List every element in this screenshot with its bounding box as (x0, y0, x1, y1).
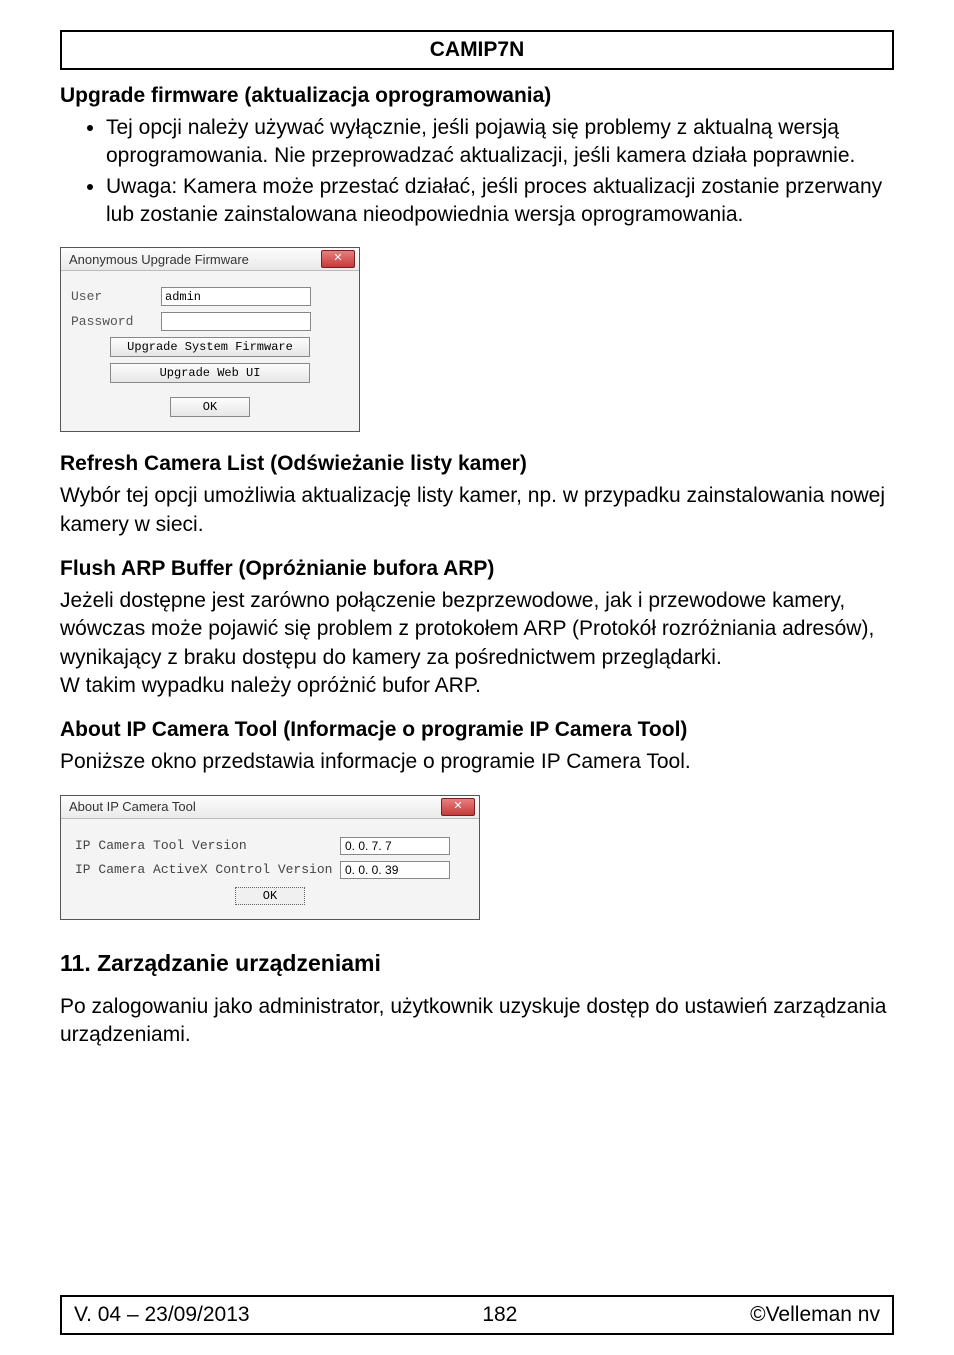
about-dialog: About IP Camera Tool ✕ IP Camera Tool Ve… (60, 795, 480, 920)
upgrade-web-ui-button[interactable]: Upgrade Web UI (110, 363, 310, 383)
dialog-titlebar: Anonymous Upgrade Firmware ✕ (61, 248, 359, 271)
close-icon[interactable]: ✕ (321, 250, 355, 268)
ok-button[interactable]: OK (170, 397, 250, 417)
section-refresh-body: Wybór tej opcji umożliwia aktualizację l… (60, 482, 894, 539)
tool-version-label: IP Camera Tool Version (75, 838, 340, 853)
footer-version: V. 04 – 23/09/2013 (74, 1303, 250, 1327)
activex-version-label: IP Camera ActiveX Control Version (75, 862, 340, 877)
page-title: CAMIP7N (430, 38, 525, 61)
chapter-body: Po zalogowaniu jako administrator, użytk… (60, 993, 894, 1050)
section-refresh-heading: Refresh Camera List (Odświeżanie listy k… (60, 452, 894, 476)
upgrade-firmware-dialog: Anonymous Upgrade Firmware ✕ User Passwo… (60, 247, 360, 432)
section-about-body: Poniższe okno przedstawia informacje o p… (60, 748, 894, 776)
activex-version-field[interactable] (340, 861, 450, 879)
section-upgrade-heading: Upgrade firmware (aktualizacja oprogramo… (60, 84, 894, 108)
footer-copyright: ©Velleman nv (750, 1303, 880, 1327)
about-dialog-titlebar: About IP Camera Tool ✕ (61, 796, 479, 819)
password-input[interactable] (161, 312, 311, 331)
tool-version-field[interactable] (340, 837, 450, 855)
section-flush-body: Jeżeli dostępne jest zarówno połączenie … (60, 587, 894, 700)
dialog-title: Anonymous Upgrade Firmware (69, 252, 249, 267)
page-footer: V. 04 – 23/09/2013 182 ©Velleman nv (60, 1295, 894, 1335)
footer-page-number: 182 (482, 1303, 517, 1327)
upgrade-bullet-1: Tej opcji należy używać wyłącznie, jeśli… (106, 114, 894, 171)
user-input[interactable] (161, 287, 311, 306)
close-icon[interactable]: ✕ (441, 798, 475, 816)
about-ok-button[interactable]: OK (235, 887, 305, 905)
chapter-heading: 11. Zarządzanie urządzeniami (60, 950, 894, 977)
about-dialog-title: About IP Camera Tool (69, 799, 196, 814)
upgrade-bullet-2: Uwaga: Kamera może przestać działać, jeś… (106, 173, 894, 230)
page-title-box: CAMIP7N (60, 30, 894, 70)
upgrade-system-firmware-button[interactable]: Upgrade System Firmware (110, 337, 310, 357)
section-flush-heading: Flush ARP Buffer (Opróżnianie bufora ARP… (60, 557, 894, 581)
section-about-heading: About IP Camera Tool (Informacje o progr… (60, 718, 894, 742)
upgrade-bullets: Tej opcji należy używać wyłącznie, jeśli… (60, 114, 894, 229)
password-label: Password (71, 314, 161, 329)
user-label: User (71, 289, 161, 304)
